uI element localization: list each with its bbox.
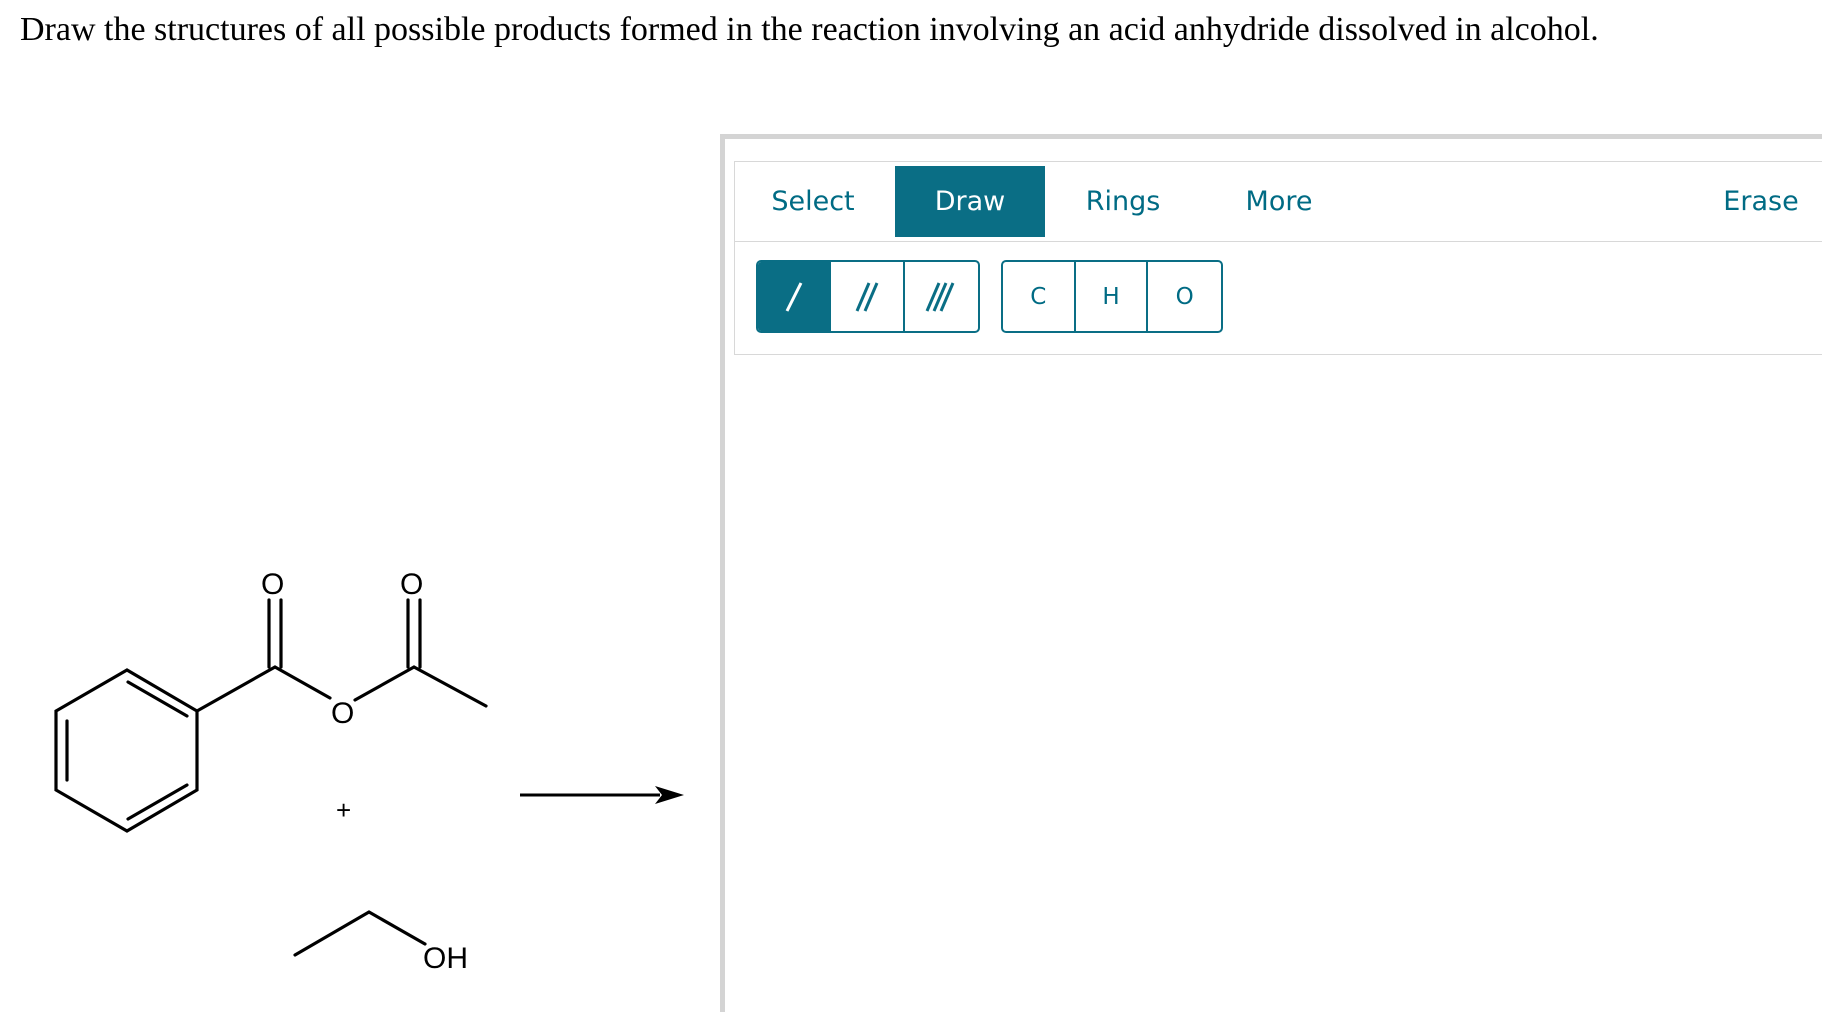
benzene-ring: [54, 668, 199, 833]
structure-editor-toolbar: Select Draw Rings More Erase C H O: [734, 161, 1822, 355]
tab-rings[interactable]: Rings: [1045, 166, 1201, 237]
hydroxyl-label: OH: [423, 942, 468, 975]
reaction-scheme: O O O + OH: [54, 568, 684, 975]
carbon-atom-button[interactable]: C: [1003, 262, 1076, 331]
hydrogen-atom-button[interactable]: H: [1076, 262, 1149, 331]
tab-more[interactable]: More: [1201, 166, 1357, 237]
tab-erase[interactable]: Erase: [1699, 166, 1822, 237]
benzoic-acetic-anhydride-molecule: [54, 598, 488, 833]
double-bond-button[interactable]: [831, 262, 905, 331]
single-bond-icon: [785, 281, 803, 312]
double-bond-icon: [855, 281, 879, 312]
ester-oxygen-label: O: [331, 697, 354, 730]
tab-bar: Select Draw Rings More Erase: [735, 162, 1822, 242]
carbonyl-oxygen-label-1: O: [261, 568, 284, 601]
ethanol-molecule: [293, 910, 427, 957]
triple-bond-button[interactable]: [905, 262, 978, 331]
oxygen-atom-button[interactable]: O: [1148, 262, 1221, 331]
reaction-arrow-icon: [520, 786, 684, 804]
tab-select[interactable]: Select: [735, 166, 891, 237]
tab-draw[interactable]: Draw: [895, 166, 1045, 237]
single-bond-button[interactable]: [758, 262, 832, 331]
triple-bond-icon: [925, 281, 955, 312]
bond-tool-group: [756, 260, 980, 333]
carbonyl-oxygen-label-2: O: [400, 568, 423, 601]
plus-sign: +: [336, 795, 351, 825]
atom-tool-group: C H O: [1001, 260, 1223, 333]
